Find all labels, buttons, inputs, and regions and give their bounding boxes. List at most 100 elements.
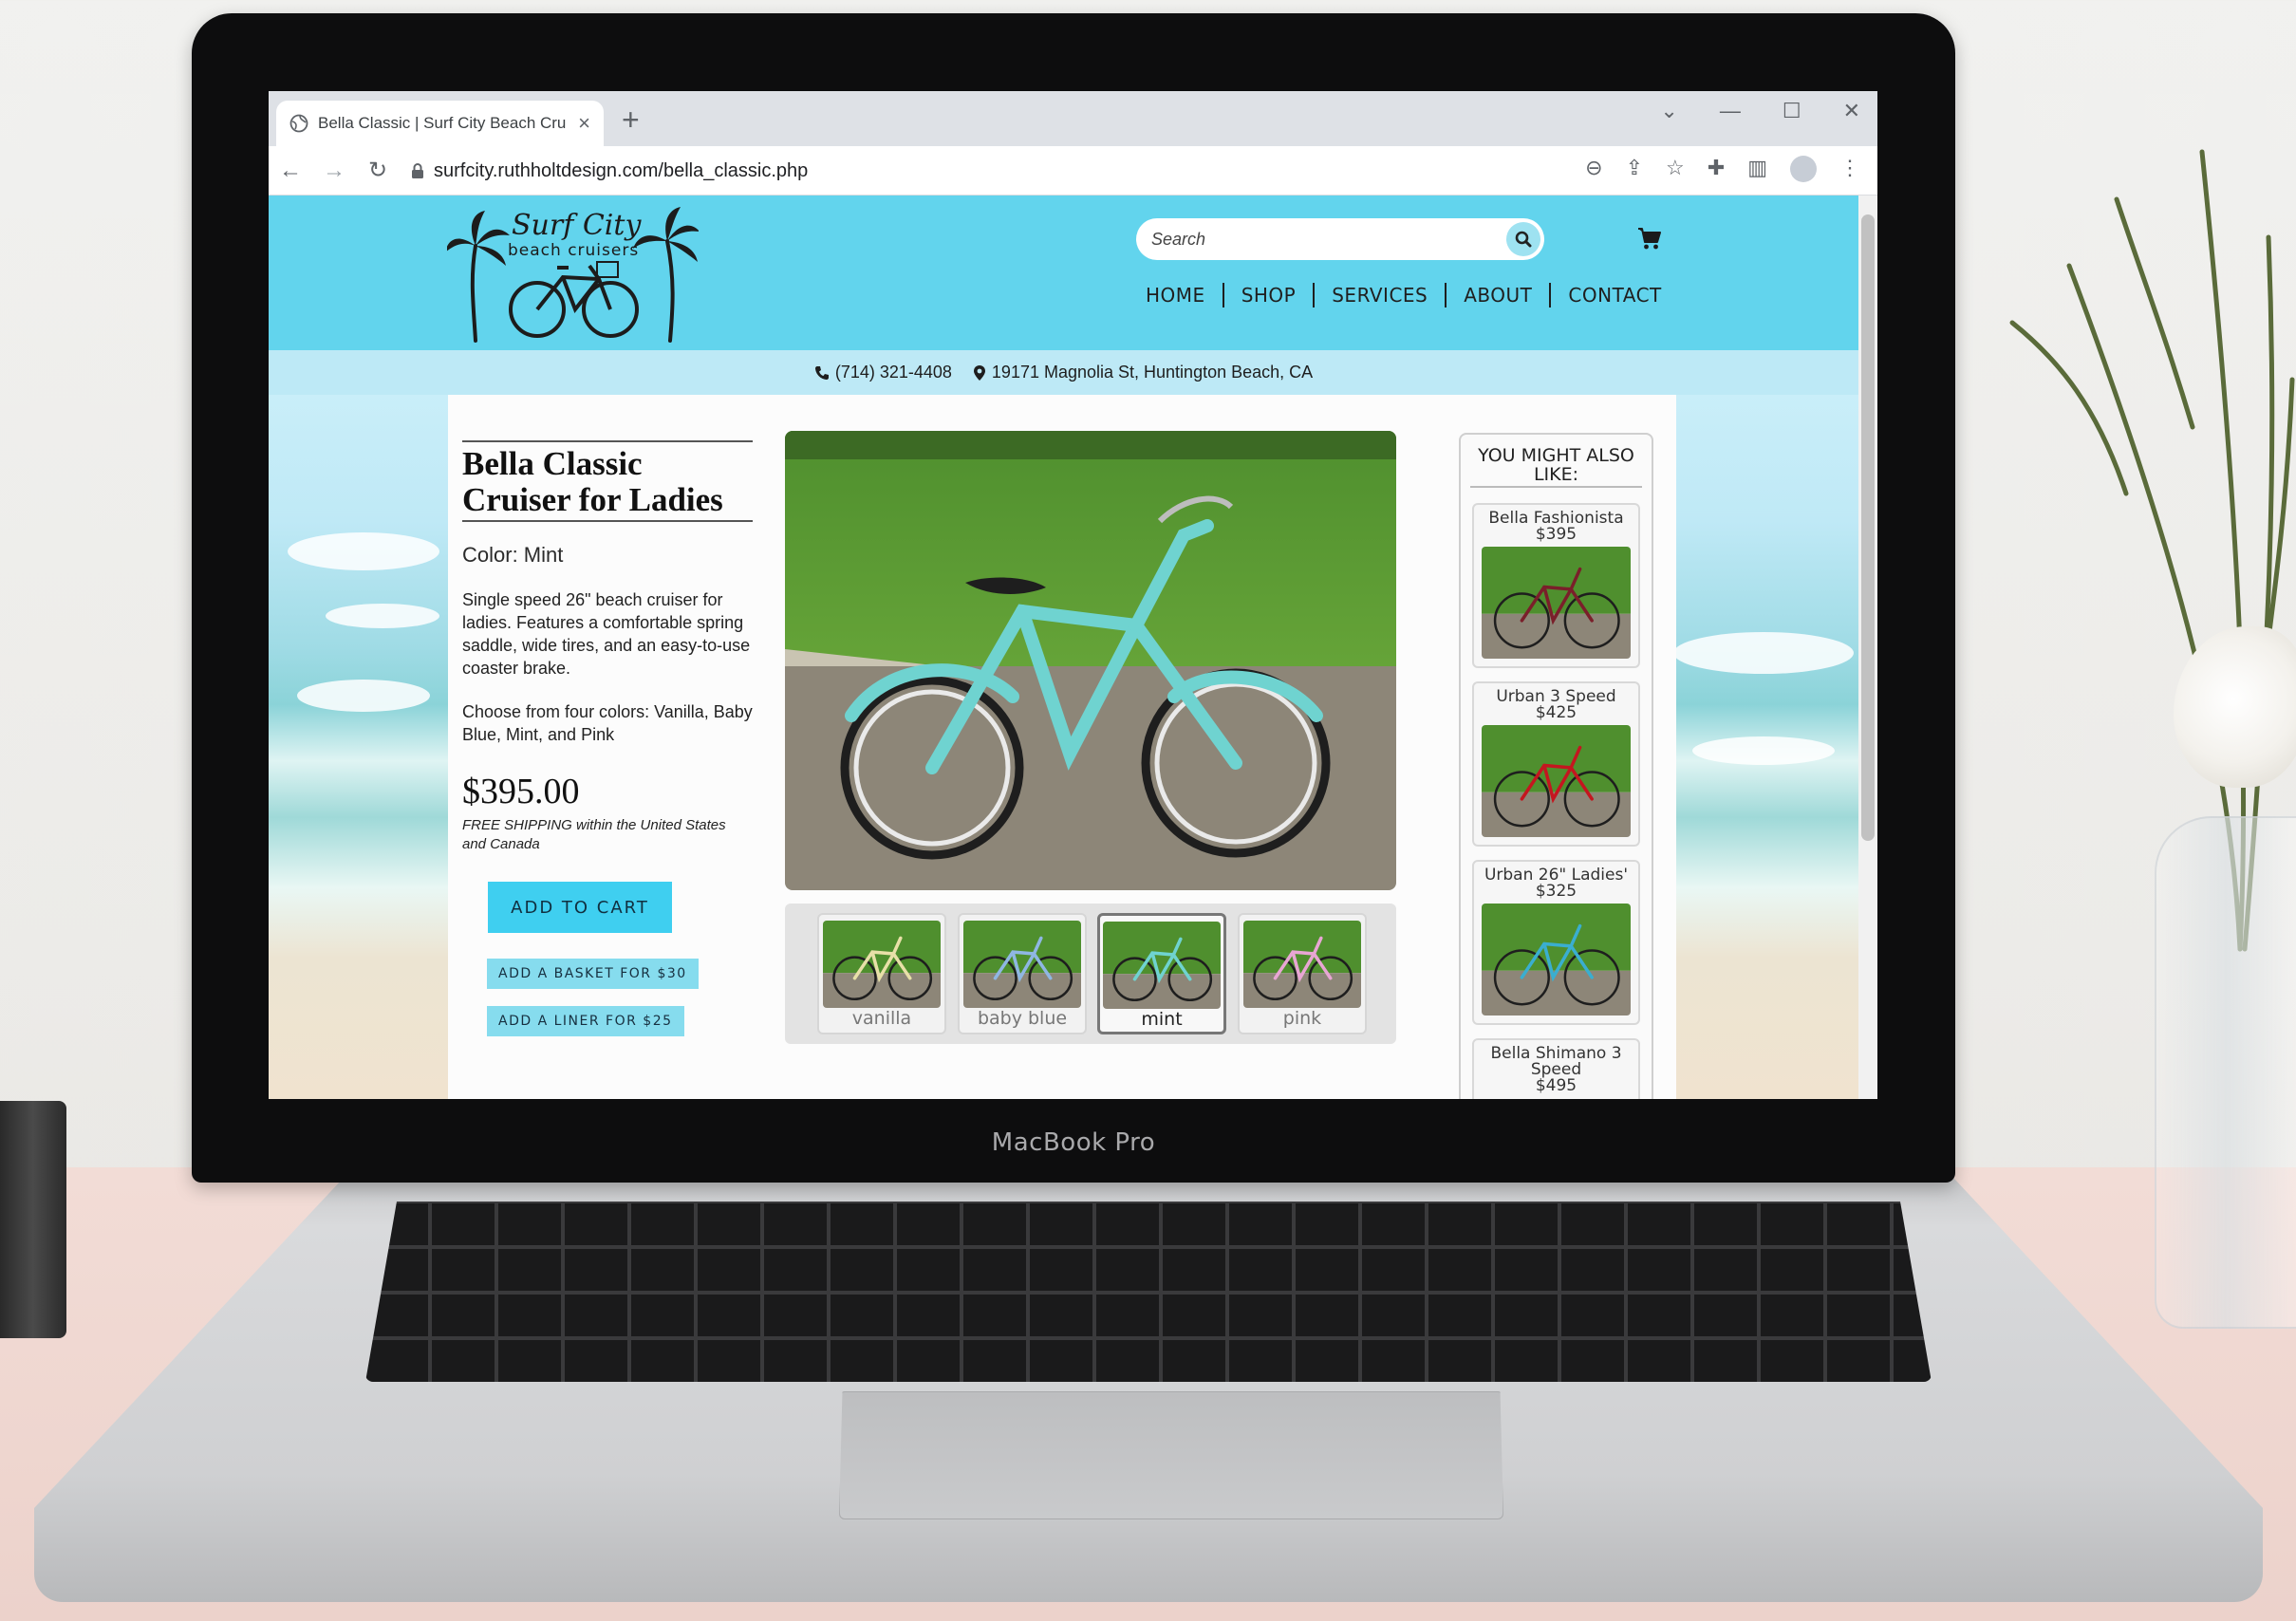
recommendation-card[interactable]: Urban 26" Ladies' $325 — [1472, 860, 1640, 1025]
tab-title: Bella Classic | Surf City Beach Cru — [318, 114, 567, 132]
scrollbar-thumb[interactable] — [1861, 214, 1875, 841]
main-navigation: HOME SHOP SERVICES ABOUT CONTACT — [1129, 283, 1679, 307]
nav-about[interactable]: ABOUT — [1445, 283, 1549, 307]
maximize-icon[interactable]: ☐ — [1783, 99, 1801, 123]
address-bar[interactable]: surfcity.ruthholtdesign.com/bella_classi… — [411, 153, 1360, 189]
window-controls: ⌄ — ☐ ✕ — [1660, 99, 1860, 123]
street-address: 19171 Magnolia St, Huntington Beach, CA — [991, 363, 1314, 382]
recommendation-card[interactable]: Bella Fashionista $395 — [1472, 503, 1640, 668]
url-text: surfcity.ruthholtdesign.com/bella_classi… — [434, 159, 809, 181]
thumbnail-label: baby blue — [977, 1008, 1068, 1029]
profile-avatar-icon[interactable] — [1790, 156, 1817, 182]
minimize-icon[interactable]: — — [1720, 99, 1741, 123]
lock-icon — [412, 163, 423, 178]
thumbnail-pink[interactable]: pink — [1238, 913, 1367, 1034]
product-description: Single speed 26" beach cruiser for ladie… — [462, 590, 751, 678]
reload-icon[interactable]: ↻ — [356, 157, 400, 184]
recommendation-price: $395 — [1535, 525, 1577, 544]
product-info: Bella Classic Cruiser for Ladies Color: … — [462, 440, 753, 854]
forward-arrow-icon[interactable]: → — [312, 158, 356, 184]
sidebar-title: YOU MIGHT ALSO LIKE: — [1470, 446, 1642, 488]
product-price: $395.00 — [462, 772, 580, 811]
search-input[interactable] — [1151, 229, 1493, 250]
tab-search-icon[interactable]: ⌄ — [1660, 99, 1677, 123]
recommendation-name: Urban 3 Speed — [1496, 687, 1616, 706]
product-color-label: Color: Mint — [462, 543, 564, 567]
recommendation-card[interactable]: Bella Shimano 3 Speed $495 — [1472, 1038, 1640, 1099]
wave-foam — [326, 604, 439, 628]
add-to-cart-button[interactable]: ADD TO CART — [488, 882, 672, 933]
browser-tab-bar: Bella Classic | Surf City Beach Cru × + … — [269, 91, 1877, 146]
recommendation-card[interactable]: Urban 3 Speed $425 — [1472, 681, 1640, 847]
product-title: Bella Classic Cruiser for Ladies — [462, 440, 753, 522]
recommendation-name: Bella Fashionista — [1488, 509, 1624, 528]
recommendation-image — [1482, 725, 1631, 837]
browser-tab[interactable]: Bella Classic | Surf City Beach Cru × — [276, 101, 604, 146]
nav-home[interactable]: HOME — [1129, 283, 1223, 307]
search-bar — [1136, 218, 1544, 260]
wave-foam — [1692, 736, 1835, 765]
share-icon[interactable]: ⇪ — [1626, 156, 1643, 182]
side-panel-icon[interactable]: ▥ — [1747, 156, 1767, 182]
thumbnail-image — [1243, 921, 1361, 1008]
laptop-keyboard — [365, 1202, 1932, 1382]
wave-foam — [1673, 632, 1854, 674]
add-basket-button[interactable]: ADD A BASKET FOR $30 — [487, 959, 699, 989]
new-tab-button[interactable]: + — [622, 102, 640, 138]
recommendation-name: Bella Shimano 3 Speed — [1490, 1044, 1622, 1079]
thumbnail-label: mint — [1141, 1009, 1183, 1030]
laptop-screen: Bella Classic | Surf City Beach Cru × + … — [269, 91, 1877, 1099]
laptop-model-label: MacBook Pro — [991, 1128, 1156, 1157]
logo-subtitle: beach cruisers — [508, 241, 640, 260]
page-viewport: Surf City beach cruisers HOME — [269, 196, 1877, 1099]
phone-number: (714) 321-4408 — [834, 363, 952, 382]
browser-toolbar: ← → ↻ surfcity.ruthholtdesign.com/bella_… — [269, 146, 1877, 196]
shipping-note: FREE SHIPPING within the United States a… — [462, 817, 726, 852]
extensions-puzzle-icon[interactable]: ✚ — [1708, 156, 1725, 182]
product-color-options-text: Choose from four colors: Vanilla, Baby B… — [462, 702, 753, 744]
search-button[interactable] — [1506, 222, 1540, 256]
product-content-panel: Bella Classic Cruiser for Ladies Color: … — [448, 395, 1676, 1099]
site-logo[interactable]: Surf City beach cruisers — [447, 203, 699, 345]
recommendation-image — [1482, 547, 1631, 659]
wave-foam — [288, 532, 439, 570]
address-contact[interactable]: 19171 Magnolia St, Huntington Beach, CA — [973, 363, 1313, 382]
back-arrow-icon[interactable]: ← — [269, 158, 312, 184]
glass-vase — [2155, 816, 2296, 1329]
recommendation-name: Urban 26" Ladies' — [1484, 866, 1629, 885]
product-main-image[interactable] — [785, 431, 1396, 890]
phone-icon — [814, 365, 829, 380]
phone-contact[interactable]: (714) 321-4408 — [814, 363, 952, 382]
search-icon — [1515, 231, 1532, 248]
shopping-cart-icon[interactable] — [1637, 226, 1662, 251]
thumbnail-label: vanilla — [851, 1008, 912, 1029]
recommendations-sidebar: YOU MIGHT ALSO LIKE: Bella Fashionista $… — [1459, 433, 1653, 1099]
thumbnail-image — [1103, 922, 1221, 1009]
thumbnail-baby-blue[interactable]: baby blue — [958, 913, 1087, 1034]
thumbnail-vanilla[interactable]: vanilla — [817, 913, 946, 1034]
page-scrollbar[interactable] — [1858, 196, 1877, 1099]
nav-services[interactable]: SERVICES — [1313, 283, 1445, 307]
add-liner-button[interactable]: ADD A LINER FOR $25 — [487, 1006, 684, 1036]
thumbnail-image — [823, 921, 941, 1008]
logo-title: Surf City — [512, 209, 642, 242]
close-window-icon[interactable]: ✕ — [1843, 99, 1860, 123]
thumbnail-image — [963, 921, 1081, 1008]
nav-contact[interactable]: CONTACT — [1549, 283, 1678, 307]
thumbnail-label: pink — [1282, 1008, 1322, 1029]
kebab-menu-icon[interactable]: ⋮ — [1839, 156, 1860, 182]
wave-foam — [297, 680, 430, 712]
contact-strip: (714) 321-4408 19171 Magnolia St, Huntin… — [269, 350, 1858, 395]
bookmark-star-icon[interactable]: ☆ — [1666, 156, 1685, 182]
nav-shop[interactable]: SHOP — [1222, 283, 1314, 307]
color-thumbnail-strip: vanilla baby blue mint pink — [785, 904, 1396, 1044]
zoom-icon[interactable]: ⊖ — [1585, 156, 1602, 182]
globe-icon — [289, 114, 308, 133]
thumbnail-mint[interactable]: mint — [1097, 913, 1226, 1034]
recommendation-price: $325 — [1535, 882, 1577, 901]
map-pin-icon — [973, 364, 985, 381]
toolbar-icons: ⊖ ⇪ ☆ ✚ ▥ ⋮ — [1585, 156, 1860, 182]
tab-close-icon[interactable]: × — [578, 111, 590, 136]
book-stack — [0, 1101, 66, 1338]
recommendation-image — [1482, 904, 1631, 1015]
